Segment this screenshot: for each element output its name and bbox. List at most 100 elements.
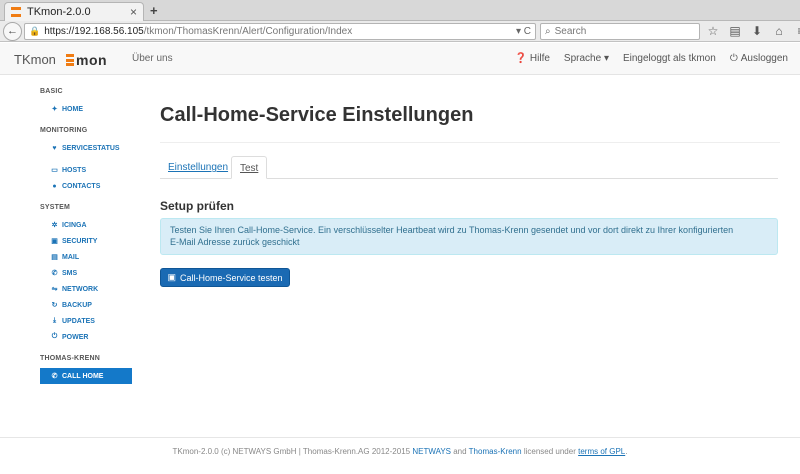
power-icon: ⏻ [51, 333, 58, 340]
alert-text-line2: E-Mail Adresse zurück geschickt [170, 237, 300, 247]
back-button[interactable]: ← [3, 22, 22, 41]
logged-in-label: Eingeloggt als tkmon [622, 53, 716, 64]
footer-prefix: TKmon-2.0.0 (c) NETWAYS GmbH | Thomas-Kr… [172, 447, 411, 456]
url-path: /tkmon/ThomasKrenn/Alert/Configuration/I… [143, 26, 353, 37]
sidebar-heading-monitoring: MONITORING [40, 127, 88, 134]
sidebar-item-label: NETWORK [62, 285, 99, 293]
phone-icon: ✆ [51, 270, 58, 277]
sidebar-item-label: UPDATES [62, 317, 95, 325]
refresh-icon: ↻ [51, 302, 58, 309]
setup-heading: Setup prüfen [160, 199, 234, 213]
logout-icon: ⏻ [729, 53, 738, 64]
sidebar-item-label: CALL HOME [62, 372, 104, 380]
browser-tabbar: TKmon-2.0.0 × + [0, 0, 800, 21]
browser-toolbar: ☆ ▤ ⬇ ⌂ ≡ [706, 24, 800, 38]
sidebar-item-label: ICINGA [62, 221, 87, 229]
help-link[interactable]: ❓ Hilfe [514, 53, 549, 64]
lock-icon: ▣ [51, 238, 58, 245]
home-icon: ✦ [51, 106, 58, 113]
menu-icon[interactable]: ≡ [794, 24, 800, 38]
app-header: TKmon mon Über uns ❓ Hilfe Sprache ▾ Eing… [0, 43, 800, 75]
sidebar-item-servicestatus[interactable]: ♥ SERVICESTATUS [40, 140, 132, 156]
main-content: Call-Home-Service Einstellungen Einstell… [160, 88, 780, 287]
tabs: Einstellungen Test [160, 156, 778, 179]
tkmon-logo: mon [66, 52, 107, 68]
sidebar-item-call-home[interactable]: ✆ CALL HOME [40, 368, 132, 384]
sidebar-item-updates[interactable]: ⤓ UPDATES [40, 313, 132, 329]
footer-and: and [453, 447, 467, 456]
sidebar-item-label: POWER [62, 333, 89, 341]
sidebar-item-label: HOSTS [62, 166, 87, 174]
sidebar-item-home[interactable]: ✦ HOME [40, 101, 132, 117]
sidebar: BASIC ✦ HOME MONITORING ♥ SERVICESTATUS ▭ H… [40, 88, 132, 384]
home-icon[interactable]: ⌂ [772, 24, 786, 38]
footer-netways-link[interactable]: NETWAYS [412, 447, 451, 456]
user-icon: ● [52, 182, 57, 190]
logo-text: mon [76, 52, 108, 68]
url-host: https://192.168.56.105 [44, 26, 144, 37]
nav-about-link[interactable]: Über uns [132, 53, 173, 64]
sidebar-item-mail[interactable]: ▤ MAIL [40, 249, 132, 265]
download-icon: ⤓ [52, 317, 57, 324]
reload-icon[interactable]: ▾ C [516, 26, 531, 37]
new-tab-button[interactable]: + [150, 3, 158, 18]
help-icon: ❓ [514, 53, 527, 64]
sidebar-item-network[interactable]: ⇋ NETWORK [40, 281, 132, 297]
sidebar-item-hosts[interactable]: ▭ HOSTS [40, 162, 132, 178]
search-placeholder: Search [554, 26, 587, 37]
test-call-home-button[interactable]: ▣ Call-Home-Service testen [160, 268, 290, 287]
help-label: Hilfe [529, 53, 550, 64]
sidebar-item-label: SMS [62, 269, 78, 277]
info-alert: Testen Sie Ihren Call-Home-Service. Ein … [160, 218, 778, 255]
monitor-icon: ▭ [51, 167, 58, 174]
tab-test[interactable]: Test [231, 156, 268, 179]
tab-title: TKmon-2.0.0 [27, 6, 91, 18]
browser-tab[interactable]: TKmon-2.0.0 × [4, 2, 144, 21]
sidebar-item-label: SECURITY [62, 237, 98, 245]
icinga-icon: ✲ [51, 222, 58, 229]
close-tab-icon[interactable]: × [130, 5, 137, 19]
sidebar-item-icinga[interactable]: ✲ ICINGA [40, 217, 132, 233]
sidebar-item-power[interactable]: ⏻ POWER [40, 329, 132, 345]
save-icon: ▣ [167, 272, 176, 282]
sidebar-item-sms[interactable]: ✆ SMS [40, 265, 132, 281]
page-title: Call-Home-Service Einstellungen [160, 104, 780, 143]
sidebar-item-label: HOME [62, 105, 83, 113]
sidebar-item-label: CONTACTS [62, 182, 101, 190]
search-icon: ⌕ [545, 26, 551, 37]
footer-dot: . [625, 447, 628, 456]
language-dropdown[interactable]: Sprache ▾ [564, 53, 609, 64]
sidebar-heading-basic: BASIC [40, 88, 63, 95]
tkmon-favicon-icon [11, 7, 21, 17]
alert-text-line1: Testen Sie Ihren Call-Home-Service. Ein … [170, 225, 734, 235]
sidebar-heading-thomas-krenn: THOMAS-KRENN [40, 355, 100, 362]
logout-link[interactable]: ⏻ Ausloggen [730, 53, 788, 64]
search-input[interactable]: ⌕ Search [540, 23, 700, 40]
phone-icon: ✆ [51, 373, 58, 380]
url-bar[interactable]: 🔒 https://192.168.56.105/tkmon/ThomasKre… [24, 23, 536, 40]
sidebar-item-backup[interactable]: ↻ BACKUP [40, 297, 132, 313]
reading-list-icon[interactable]: ▤ [728, 24, 742, 38]
heart-icon: ♥ [52, 144, 57, 152]
footer-licensed: licensed under [523, 447, 576, 456]
logo-mark-icon [66, 54, 74, 66]
browser-navbar: ← 🔒 https://192.168.56.105/tkmon/ThomasK… [0, 21, 800, 42]
inbox-icon: ▤ [51, 254, 58, 261]
footer: TKmon-2.0.0 (c) NETWAYS GmbH | Thomas-Kr… [0, 437, 800, 474]
sidebar-item-contacts[interactable]: ● CONTACTS [40, 178, 132, 194]
sidebar-item-security[interactable]: ▣ SECURITY [40, 233, 132, 249]
lock-icon: 🔒 [29, 26, 41, 36]
network-icon: ⇋ [51, 286, 58, 293]
sidebar-item-label: SERVICESTATUS [62, 144, 120, 152]
sidebar-heading-system: SYSTEM [40, 204, 70, 211]
header-right: ❓ Hilfe Sprache ▾ Eingeloggt als tkmon ⏻ A… [514, 53, 788, 64]
sidebar-item-label: MAIL [62, 253, 80, 261]
footer-gpl-link[interactable]: terms of GPL [578, 447, 625, 456]
test-button-label: Call-Home-Service testen [179, 272, 283, 283]
bookmark-star-icon[interactable]: ☆ [706, 24, 720, 38]
logout-label: Ausloggen [740, 53, 788, 64]
download-icon[interactable]: ⬇ [750, 24, 764, 38]
tab-settings[interactable]: Einstellungen [160, 156, 236, 179]
brand-link[interactable]: TKmon [14, 52, 56, 67]
footer-thomas-krenn-link[interactable]: Thomas-Krenn [469, 447, 522, 456]
